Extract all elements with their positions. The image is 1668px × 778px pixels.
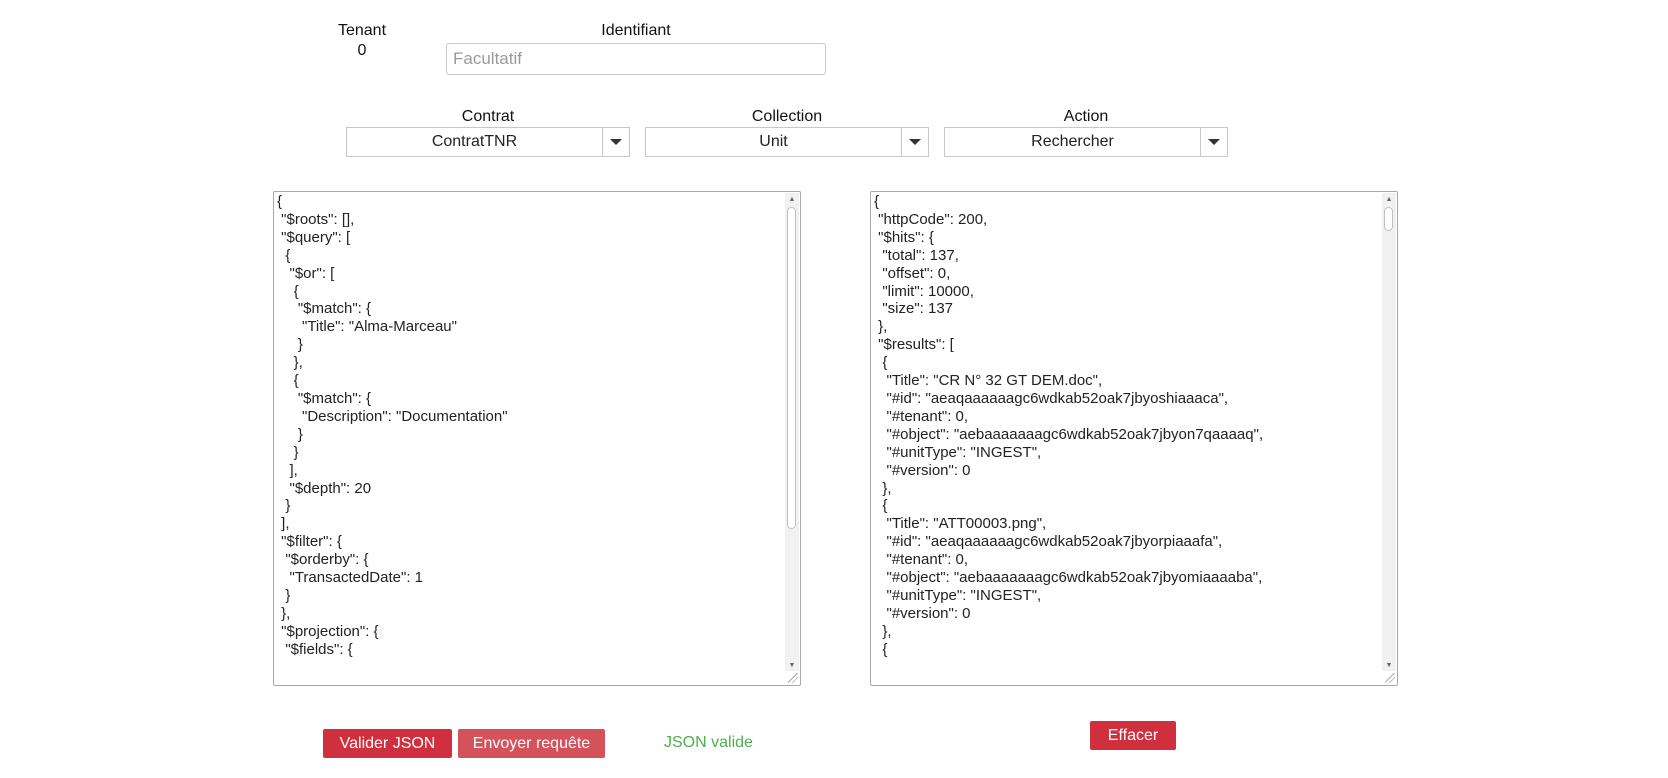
clear-button[interactable]: Effacer (1090, 721, 1176, 750)
scroll-down-icon[interactable]: ▼ (785, 659, 799, 671)
response-viewer-scrollbar[interactable]: ▲ ▼ (1382, 193, 1396, 671)
action-select-value: Rechercher (1031, 133, 1114, 150)
contract-label: Contrat (461, 108, 515, 125)
tenant-value: 0 (357, 42, 367, 59)
scroll-up-icon[interactable]: ▲ (785, 193, 799, 205)
identifier-input[interactable] (446, 43, 826, 75)
scroll-down-icon[interactable]: ▼ (1382, 659, 1396, 671)
query-editor-scroll-thumb[interactable] (787, 207, 796, 529)
response-viewer[interactable]: { "httpCode": 200, "$hits": { "total": 1… (870, 191, 1398, 686)
identifier-label: Identifiant (601, 22, 671, 39)
resize-grip-icon[interactable] (1385, 673, 1395, 683)
query-editor-text[interactable]: { "$roots": [], "$query": [ { "$or": [ {… (277, 193, 782, 659)
action-label: Action (1063, 108, 1109, 125)
chevron-down-icon[interactable] (1200, 128, 1227, 156)
send-request-button[interactable]: Envoyer requête (458, 729, 605, 758)
response-viewer-text: { "httpCode": 200, "$hits": { "total": 1… (874, 193, 1264, 658)
tenant-label: Tenant (337, 22, 387, 39)
collection-label: Collection (751, 108, 823, 125)
action-select[interactable]: Rechercher (944, 127, 1228, 157)
resize-grip-icon[interactable] (788, 673, 798, 683)
query-editor[interactable]: { "$roots": [], "$query": [ { "$or": [ {… (273, 191, 801, 686)
json-status-message: JSON valide (664, 734, 753, 751)
collection-select[interactable]: Unit (645, 127, 929, 157)
chevron-down-icon[interactable] (602, 128, 629, 156)
chevron-down-icon[interactable] (901, 128, 928, 156)
scroll-up-icon[interactable]: ▲ (1382, 193, 1396, 205)
response-viewer-scroll-thumb[interactable] (1384, 207, 1393, 231)
collection-select-value: Unit (759, 133, 788, 150)
contract-select[interactable]: ContratTNR (346, 127, 630, 157)
query-editor-scrollbar[interactable]: ▲ ▼ (785, 193, 799, 671)
contract-select-value: ContratTNR (431, 133, 518, 150)
validate-json-button[interactable]: Valider JSON (323, 729, 452, 758)
